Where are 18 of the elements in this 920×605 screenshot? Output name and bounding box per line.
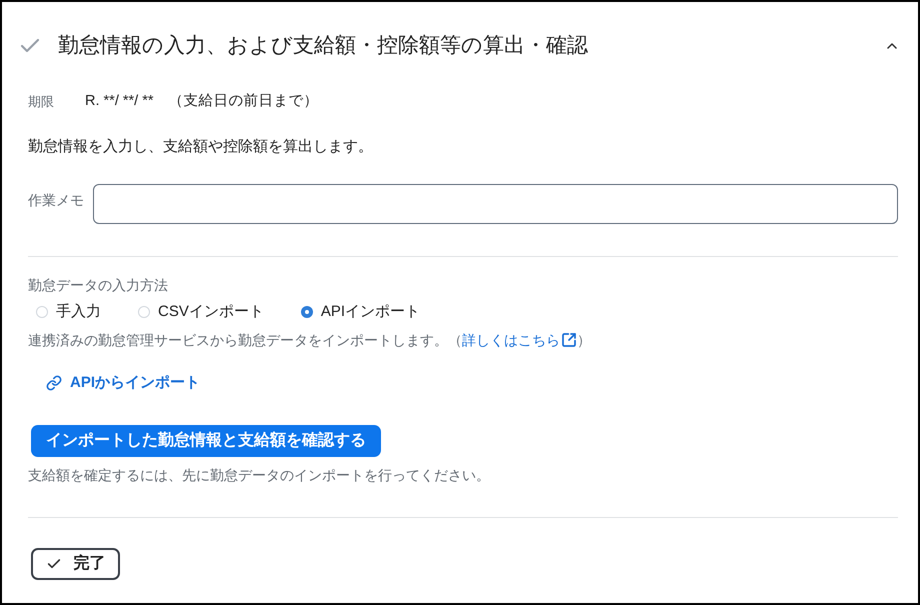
description-text: 勤怠情報を入力し、支給額や控除額を算出します。 [28,136,373,157]
memo-label: 作業メモ [28,191,85,210]
external-link-icon [561,332,577,348]
link-icon [46,375,62,391]
radio-button[interactable]: APIインポート [300,300,420,324]
note-text: 支給額を確定するには、先に勤怠データのインポートを行ってください。 [28,466,490,484]
memo-input-field[interactable] [93,184,898,224]
section-title: 勤怠情報の入力、および支給額・控除額等の算出・確認 [58,33,588,59]
api-import-link[interactable]: APIからインポート [36,367,210,399]
details-link[interactable]: 詳しくはこちら [462,330,577,350]
radio-button[interactable]: 手入力 [36,300,101,324]
input-method-label: 勤怠データの入力方法 [28,276,168,294]
help-text: 連携済みの勤怠管理サービスから勤怠データをインポートします。（詳しくはこちら ） [28,330,591,350]
done-button[interactable]: 完了 [31,548,120,580]
deadline-label: 期限 [28,93,55,112]
confirm-button[interactable]: インポートした勤怠情報と支給額を確認する [31,425,381,457]
deadline-value: R. **/ **/ ** （支給日の前日まで） [85,92,318,112]
radio-button[interactable]: CSVインポート [138,300,264,324]
